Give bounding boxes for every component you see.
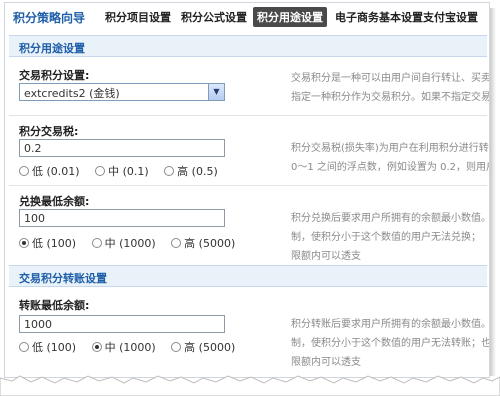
radio-icon	[19, 166, 29, 176]
option-label: 低 (0.01)	[32, 165, 80, 178]
radio-icon	[19, 342, 29, 352]
option-label: 高 (5000)	[184, 237, 236, 250]
option-label: 高 (0.5)	[177, 165, 218, 178]
option-label: 低 (100)	[32, 341, 77, 354]
option-label: 中 (0.1)	[108, 165, 149, 178]
transfer-min-options: 低 (100) 中 (1000) 高 (5000)	[19, 339, 247, 355]
tab-ecommerce-settings[interactable]: 电子商务基本设置	[335, 9, 423, 25]
radio-checked-icon	[91, 342, 102, 352]
desc-line: 限额内可以透支	[291, 251, 361, 262]
tax-options: 低 (0.01) 中 (0.1) 高 (0.5)	[19, 163, 230, 179]
tax-option-high[interactable]: 高 (0.5)	[164, 163, 218, 179]
radio-checked-icon	[19, 238, 29, 248]
panel-shadow	[490, 8, 496, 376]
exchange-min-option-low[interactable]: 低 (100)	[19, 235, 76, 251]
exchange-min-desc: 积分兑换后要求用户所拥有的余额最小数值。 制，使积分小于这个数值的用户无法兑换；…	[291, 209, 490, 266]
desc-line: 制，使积分小于这个数值的用户无法兑换；	[291, 232, 481, 243]
exchange-min-option-mid[interactable]: 中 (1000)	[91, 235, 156, 251]
section-header-transfer: 交易积分转账设置	[9, 265, 487, 287]
exchange-credits-selected: extcredits2 (金钱)	[24, 87, 120, 100]
radio-icon	[171, 342, 182, 352]
section-title: 交易积分转账设置	[19, 272, 107, 285]
section-header-credit-usage: 积分用途设置	[9, 35, 487, 57]
exchange-min-label: 兑换最低余额:	[19, 195, 90, 208]
radio-icon	[171, 238, 182, 248]
divider	[9, 115, 487, 116]
option-label: 高 (5000)	[184, 341, 236, 354]
desc-line: 交易积分是一种可以由用户间自行转让、买卖交	[291, 73, 490, 84]
transfer-min-input[interactable]	[19, 315, 225, 333]
transfer-min-option-low[interactable]: 低 (100)	[19, 339, 76, 355]
desc-line: 制，使积分小于这个数值的用户无法转账；也	[291, 338, 490, 349]
top-nav: 积分策略向导 积分项目设置 积分公式设置 积分用途设置 电子商务基本设置 支付宝…	[5, 3, 489, 29]
divider	[9, 185, 487, 186]
option-label: 低 (100)	[32, 237, 77, 250]
tax-input[interactable]	[19, 139, 225, 157]
desc-line: 积分转账后要求用户所拥有的余额最小数值。	[291, 319, 490, 330]
tax-desc: 积分交易税(损失率)为用户在利用积分进行转让 0～1 之间的浮点数，例如设置为 …	[291, 139, 490, 177]
section-title: 积分用途设置	[19, 42, 85, 55]
tab-credit-items[interactable]: 积分项目设置	[105, 9, 171, 25]
desc-line: 积分交易税(损失率)为用户在利用积分进行转让	[291, 143, 490, 154]
transfer-min-option-high[interactable]: 高 (5000)	[171, 339, 235, 355]
exchange-credits-desc: 交易积分是一种可以由用户间自行转让、买卖交 指定一种积分作为交易积分。如果不指定…	[291, 69, 490, 107]
chevron-down-icon[interactable]: ▼	[208, 84, 224, 100]
transfer-min-desc: 积分转账后要求用户所拥有的余额最小数值。 制，使积分小于这个数值的用户无法转账；…	[291, 315, 490, 372]
transfer-min-option-mid[interactable]: 中 (1000)	[91, 339, 156, 355]
tax-option-mid[interactable]: 中 (0.1)	[95, 163, 149, 179]
transfer-min-label: 转账最低余额:	[19, 299, 90, 312]
radio-icon	[164, 166, 175, 176]
desc-line: 限额内可以透支	[291, 357, 361, 368]
exchange-credits-select[interactable]: extcredits2 (金钱) ▼	[19, 83, 225, 101]
brand-title: 积分策略向导	[13, 11, 86, 25]
exchange-min-option-high[interactable]: 高 (5000)	[171, 235, 235, 251]
tax-label: 积分交易税:	[19, 125, 79, 138]
torn-edge-decoration	[0, 375, 500, 396]
desc-line: 积分兑换后要求用户所拥有的余额最小数值。	[291, 213, 490, 224]
settings-panel: 积分策略向导 积分项目设置 积分公式设置 积分用途设置 电子商务基本设置 支付宝…	[4, 2, 490, 378]
radio-icon	[91, 238, 102, 248]
option-label: 中 (1000)	[104, 341, 156, 354]
tab-alipay-settings[interactable]: 支付宝设置	[423, 9, 478, 25]
desc-line: 0～1 之间的浮点数，例如设置为 0.2，则用户	[291, 162, 490, 173]
exchange-min-options: 低 (100) 中 (1000) 高 (5000)	[19, 235, 247, 251]
tab-credit-usage[interactable]: 积分用途设置	[253, 7, 327, 27]
exchange-credits-label: 交易积分设置:	[19, 69, 90, 82]
exchange-min-input[interactable]	[19, 209, 225, 227]
tab-credit-formula[interactable]: 积分公式设置	[181, 9, 247, 25]
radio-icon	[95, 166, 106, 176]
desc-line: 指定一种积分作为交易积分。如果不指定交易积	[291, 92, 490, 103]
option-label: 中 (1000)	[104, 237, 156, 250]
tax-option-low[interactable]: 低 (0.01)	[19, 163, 80, 179]
